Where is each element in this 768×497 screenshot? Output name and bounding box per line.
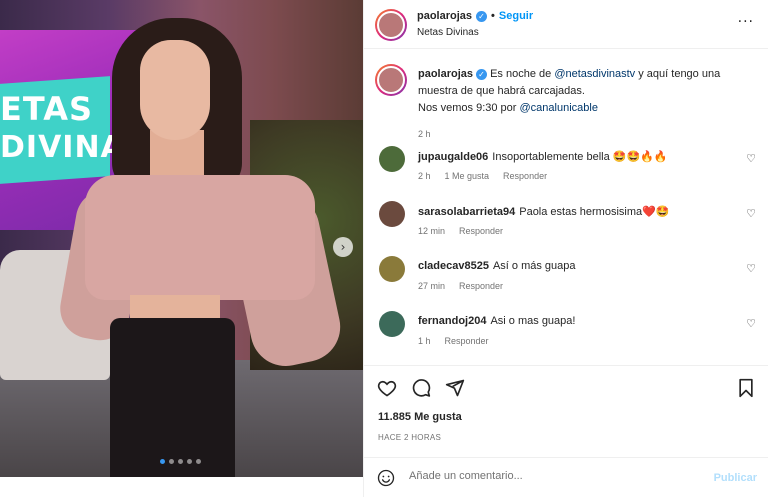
post-media[interactable]: ETAS DIVINAS › (0, 0, 363, 477)
carousel-dot (187, 459, 192, 464)
reply-button[interactable]: Responder (459, 226, 503, 236)
reply-button[interactable]: Responder (445, 336, 489, 346)
caption-mention-1[interactable]: @netasdivinastv (554, 68, 635, 80)
commenter-avatar[interactable] (379, 146, 405, 172)
post-timestamp[interactable]: HACE 2 HORAS (378, 433, 441, 442)
like-comment-heart-icon[interactable]: ♡ (746, 317, 756, 330)
comments-list[interactable]: paolarojas ✓ Es noche de @netasdivinastv … (364, 50, 768, 365)
likes-count[interactable]: 11.885 Me gusta (378, 411, 462, 423)
comment-time[interactable]: 27 min (418, 281, 445, 291)
caption-time[interactable]: 2 h (418, 129, 431, 139)
action-icons (377, 378, 465, 398)
media-bottom-strip (0, 477, 363, 497)
caption-avatar[interactable] (375, 64, 407, 96)
comment-line: sarasolabarrieta94 Paola estas hermosisim… (418, 205, 670, 218)
comment-meta: 12 min Responder (418, 226, 503, 236)
show-logo-line1: ETAS (0, 90, 94, 128)
comment-username[interactable]: sarasolabarrieta94 (418, 206, 515, 218)
like-comment-heart-icon[interactable]: ♡ (746, 262, 756, 275)
share-icon[interactable] (445, 378, 465, 398)
commenter-avatar[interactable] (379, 311, 405, 337)
caption-text: paolarojas ✓ Es noche de @netasdivinastv … (418, 66, 748, 117)
post-side-panel: paolarojas ✓ • Seguir Netas Divinas ··· … (363, 0, 768, 497)
comment-time[interactable]: 12 min (418, 226, 445, 236)
emoji-icon[interactable] (377, 469, 395, 490)
reply-button[interactable]: Responder (459, 281, 503, 291)
verified-icon: ✓ (476, 69, 488, 80)
post-actions: 11.885 Me gusta HACE 2 HORAS (364, 365, 768, 457)
carousel-dot (178, 459, 183, 464)
like-comment-heart-icon[interactable]: ♡ (746, 152, 756, 165)
comment-meta: 2 h 1 Me gusta Responder (418, 171, 547, 181)
comment-text: Así o más guapa (492, 260, 576, 272)
comment-text: Paola estas hermosisima❤️🤩 (519, 206, 670, 218)
post-header: paolarojas ✓ • Seguir Netas Divinas ··· (364, 0, 768, 49)
comment-line: fernandoj204 Asi o mas guapa! (418, 315, 575, 327)
carousel-dot (196, 459, 201, 464)
comment-text: Asi o mas guapa! (490, 315, 576, 327)
publish-button[interactable]: Publicar (714, 472, 757, 484)
author-line: paolarojas ✓ • Seguir (417, 10, 533, 22)
like-comment-heart-icon[interactable]: ♡ (746, 207, 756, 220)
comment-time[interactable]: 1 h (418, 336, 431, 346)
author-avatar[interactable] (375, 9, 407, 41)
comment-icon[interactable] (411, 378, 431, 398)
heart-icon[interactable] (377, 378, 397, 398)
caption-part1: Es noche de (487, 68, 555, 80)
person-skirt (110, 318, 235, 477)
reply-button[interactable]: Responder (503, 171, 547, 181)
more-horizontal-icon[interactable]: ··· (738, 14, 754, 30)
add-comment-bar: Publicar (364, 457, 768, 497)
comment-time[interactable]: 2 h (418, 171, 431, 181)
author-username[interactable]: paolarojas (417, 10, 472, 22)
next-image-button[interactable]: › (333, 237, 353, 257)
commenter-avatar[interactable] (379, 201, 405, 227)
person-blouse (85, 175, 315, 300)
comment-meta: 27 min Responder (418, 281, 503, 291)
comment-username[interactable]: cladecav8525 (418, 260, 489, 272)
comment-meta: 1 h Responder (418, 336, 489, 346)
person-face (140, 40, 210, 140)
verified-icon: ✓ (476, 10, 488, 22)
bookmark-icon[interactable] (737, 378, 755, 398)
comment-line: cladecav8525 Así o más guapa (418, 260, 576, 272)
carousel-indicator (160, 459, 201, 464)
caption-part3: Nos vemos 9:30 por (418, 102, 520, 114)
comment-likes[interactable]: 1 Me gusta (445, 171, 490, 181)
comment-input[interactable] (409, 470, 699, 482)
comment-text: Insoportablemente bella 🤩🤩🔥🔥 (492, 151, 668, 163)
caption-mention-2[interactable]: @canalunicable (520, 102, 598, 114)
comment-username[interactable]: fernandoj204 (418, 315, 486, 327)
commenter-avatar[interactable] (379, 256, 405, 282)
follow-button[interactable]: Seguir (499, 10, 533, 22)
caption-username[interactable]: paolarojas (418, 68, 473, 80)
post-location[interactable]: Netas Divinas (417, 27, 479, 38)
separator-dot: • (491, 10, 495, 22)
comment-line: jupaugalde06 Insoportablemente bella 🤩🤩🔥🔥 (418, 150, 668, 163)
carousel-dot (169, 459, 174, 464)
carousel-dot (160, 459, 165, 464)
comment-username[interactable]: jupaugalde06 (418, 151, 488, 163)
